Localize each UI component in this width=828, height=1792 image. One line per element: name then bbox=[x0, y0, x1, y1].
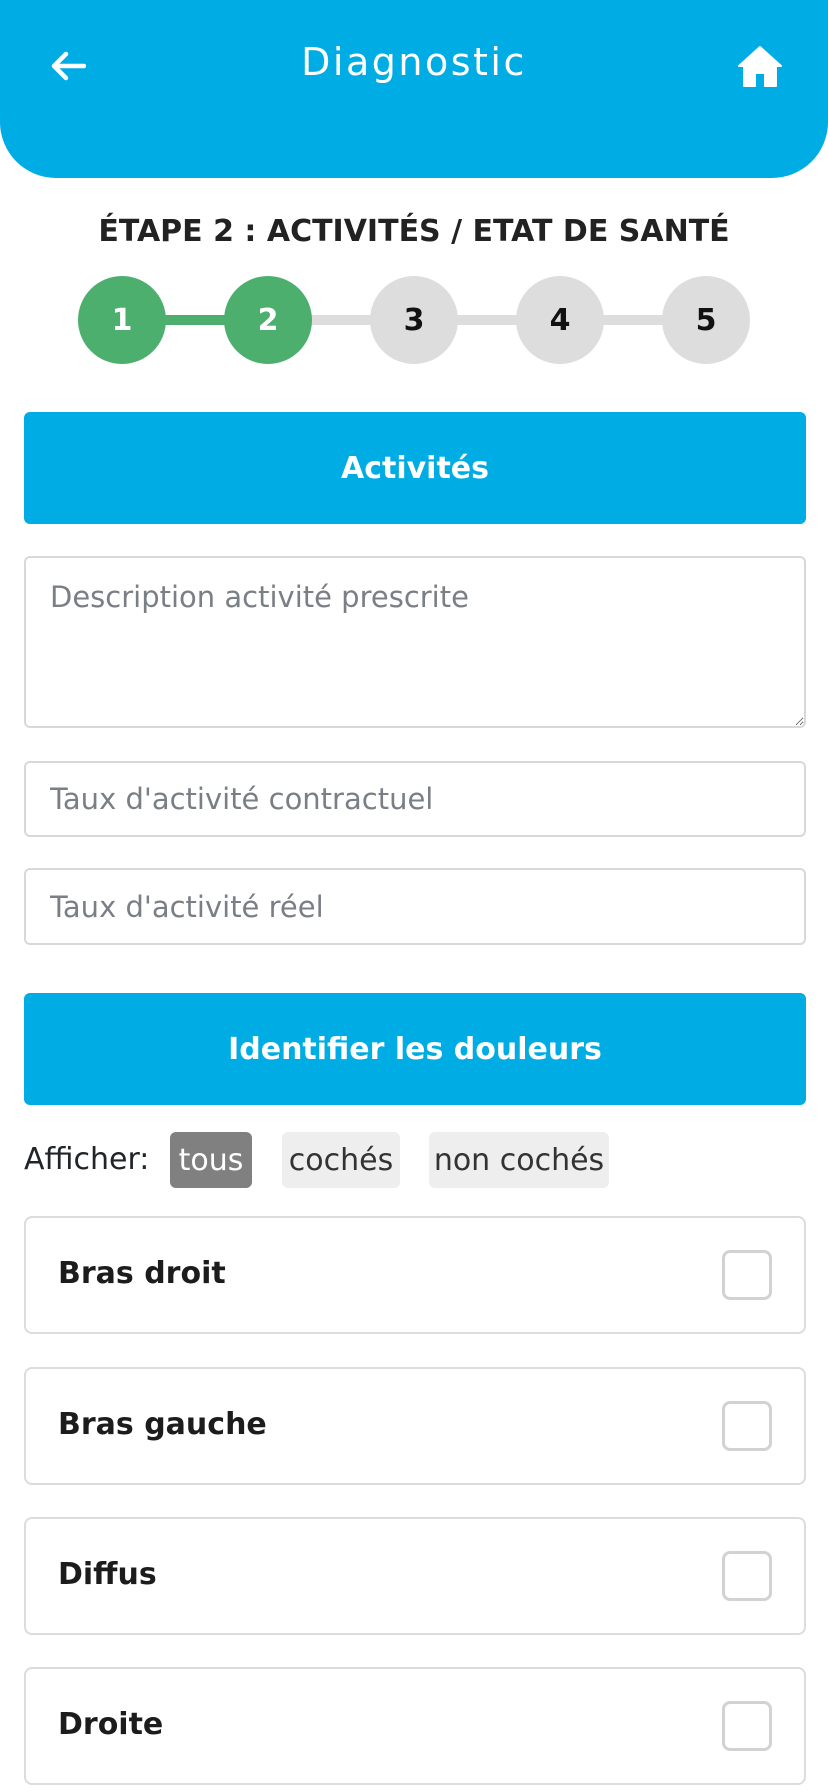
contract-activity-rate-field[interactable] bbox=[24, 761, 806, 837]
pain-item[interactable]: Diffus bbox=[24, 1517, 806, 1635]
real-activity-rate-field[interactable] bbox=[24, 868, 806, 945]
step-connector-3-4 bbox=[452, 315, 524, 325]
step-connector-2-3 bbox=[306, 315, 378, 325]
step-title: ÉTAPE 2 : ACTIVITÉS / ETAT DE SANTÉ bbox=[98, 214, 730, 249]
identify-pain-section-header[interactable]: Identifier les douleurs bbox=[24, 993, 806, 1105]
home-button[interactable] bbox=[732, 40, 788, 92]
step-3[interactable]: 3 bbox=[370, 276, 458, 364]
pain-item-label: Diffus bbox=[58, 1557, 157, 1592]
page-title: Diagnostic bbox=[301, 40, 527, 84]
pain-item-checkbox[interactable] bbox=[722, 1551, 772, 1601]
activities-section-header[interactable]: Activités bbox=[24, 412, 806, 524]
pain-item[interactable]: Bras droit bbox=[24, 1216, 806, 1334]
step-1[interactable]: 1 bbox=[78, 276, 166, 364]
pain-item[interactable]: Bras gauche bbox=[24, 1367, 806, 1485]
filter-label: Afficher: bbox=[24, 1142, 150, 1177]
pain-filter-bar: Afficher: tous cochés non cochés bbox=[24, 1132, 806, 1188]
step-connector-1-2 bbox=[160, 315, 232, 325]
pain-item-checkbox[interactable] bbox=[722, 1401, 772, 1451]
home-icon bbox=[738, 46, 782, 87]
step-connector-4-5 bbox=[598, 315, 670, 325]
pain-item-checkbox[interactable] bbox=[722, 1250, 772, 1300]
pain-item-checkbox[interactable] bbox=[722, 1701, 772, 1751]
step-4[interactable]: 4 bbox=[516, 276, 604, 364]
pain-item-label: Droite bbox=[58, 1707, 164, 1742]
pain-item[interactable]: Droite bbox=[24, 1667, 806, 1785]
app-header: Diagnostic bbox=[0, 0, 828, 178]
pain-item-label: Bras droit bbox=[58, 1256, 226, 1291]
activity-description-field[interactable] bbox=[24, 556, 806, 728]
filter-unchecked-chip[interactable]: non cochés bbox=[429, 1132, 609, 1188]
progress-stepper: 1 2 3 4 5 bbox=[0, 276, 828, 364]
step-2[interactable]: 2 bbox=[224, 276, 312, 364]
step-5[interactable]: 5 bbox=[662, 276, 750, 364]
pain-item-label: Bras gauche bbox=[58, 1407, 267, 1442]
filter-checked-chip[interactable]: cochés bbox=[282, 1132, 400, 1188]
filter-all-chip[interactable]: tous bbox=[170, 1132, 252, 1188]
